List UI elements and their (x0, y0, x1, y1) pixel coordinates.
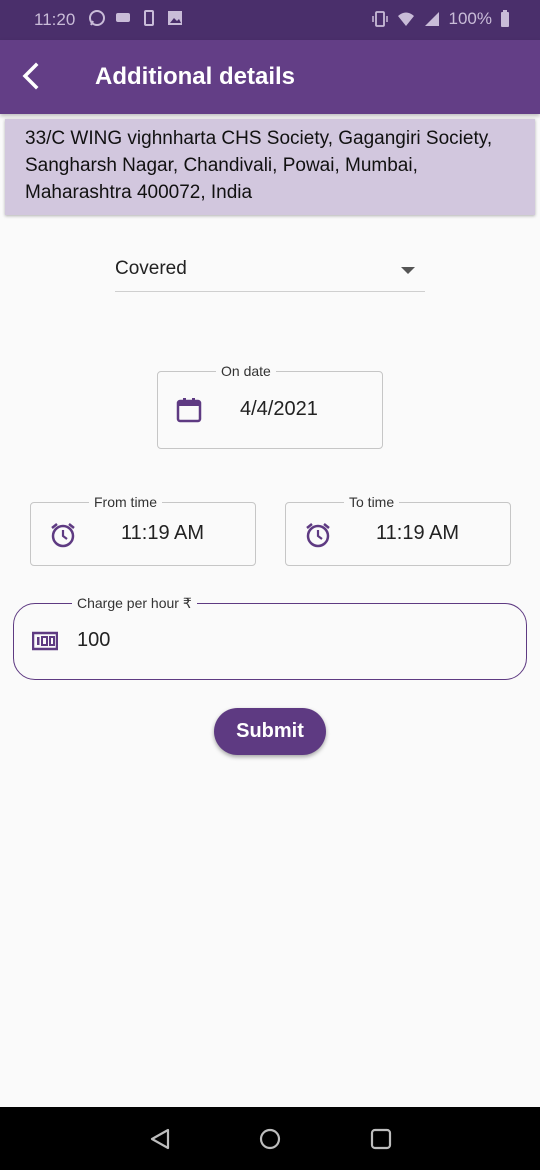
on-date-label: On date (216, 363, 276, 379)
notification-icons (88, 9, 184, 27)
charge-per-hour-field: Charge per hour ₹ (13, 595, 527, 680)
status-bar: 11:20 100% (0, 0, 540, 40)
from-time-field[interactable]: From time 11:19 AM (30, 494, 256, 566)
nav-back-icon[interactable] (148, 1127, 172, 1151)
to-time-field[interactable]: To time 11:19 AM (285, 494, 511, 566)
to-time-label: To time (344, 494, 400, 510)
battery-percent: 100% (448, 9, 492, 28)
nav-home-icon[interactable] (258, 1127, 282, 1151)
parking-type-value: Covered (115, 258, 187, 279)
vibrate-icon (371, 11, 388, 27)
on-date-field[interactable]: On date 4/4/2021 (157, 363, 383, 449)
dropdown-arrow-icon (401, 267, 415, 274)
charge-label: Charge per hour ₹ (72, 595, 197, 612)
alarm-icon (306, 523, 330, 548)
app-bar: Additional details (0, 40, 540, 114)
from-time-value: 11:19 AM (121, 522, 205, 544)
address-text: 33/C WING vighnharta CHS Society, Gagang… (25, 128, 493, 203)
nav-recents-icon[interactable] (369, 1127, 393, 1151)
address-card: 33/C WING vighnharta CHS Society, Gagang… (5, 119, 535, 215)
sim-icon (144, 10, 154, 26)
navigation-bar (0, 1107, 540, 1170)
signal-icon (424, 12, 439, 26)
back-arrow-icon[interactable] (16, 60, 44, 92)
to-time-value: 11:19 AM (376, 522, 460, 544)
chat-icon (116, 13, 130, 22)
from-time-label: From time (89, 494, 162, 510)
wifi-icon (397, 12, 414, 26)
parking-type-dropdown[interactable]: Covered (115, 250, 425, 292)
calendar-icon (176, 398, 202, 423)
charge-input[interactable] (77, 629, 477, 652)
submit-button[interactable]: Submit (214, 708, 326, 755)
battery-icon (501, 10, 509, 27)
on-date-value: 4/4/2021 (240, 398, 318, 420)
system-icons: 100% (371, 9, 510, 29)
whatsapp-icon (89, 10, 105, 26)
image-icon (168, 11, 182, 25)
status-time: 11:20 (34, 10, 76, 29)
page-title: Additional details (95, 63, 296, 90)
alarm-icon (51, 523, 75, 548)
money-icon (32, 631, 58, 651)
